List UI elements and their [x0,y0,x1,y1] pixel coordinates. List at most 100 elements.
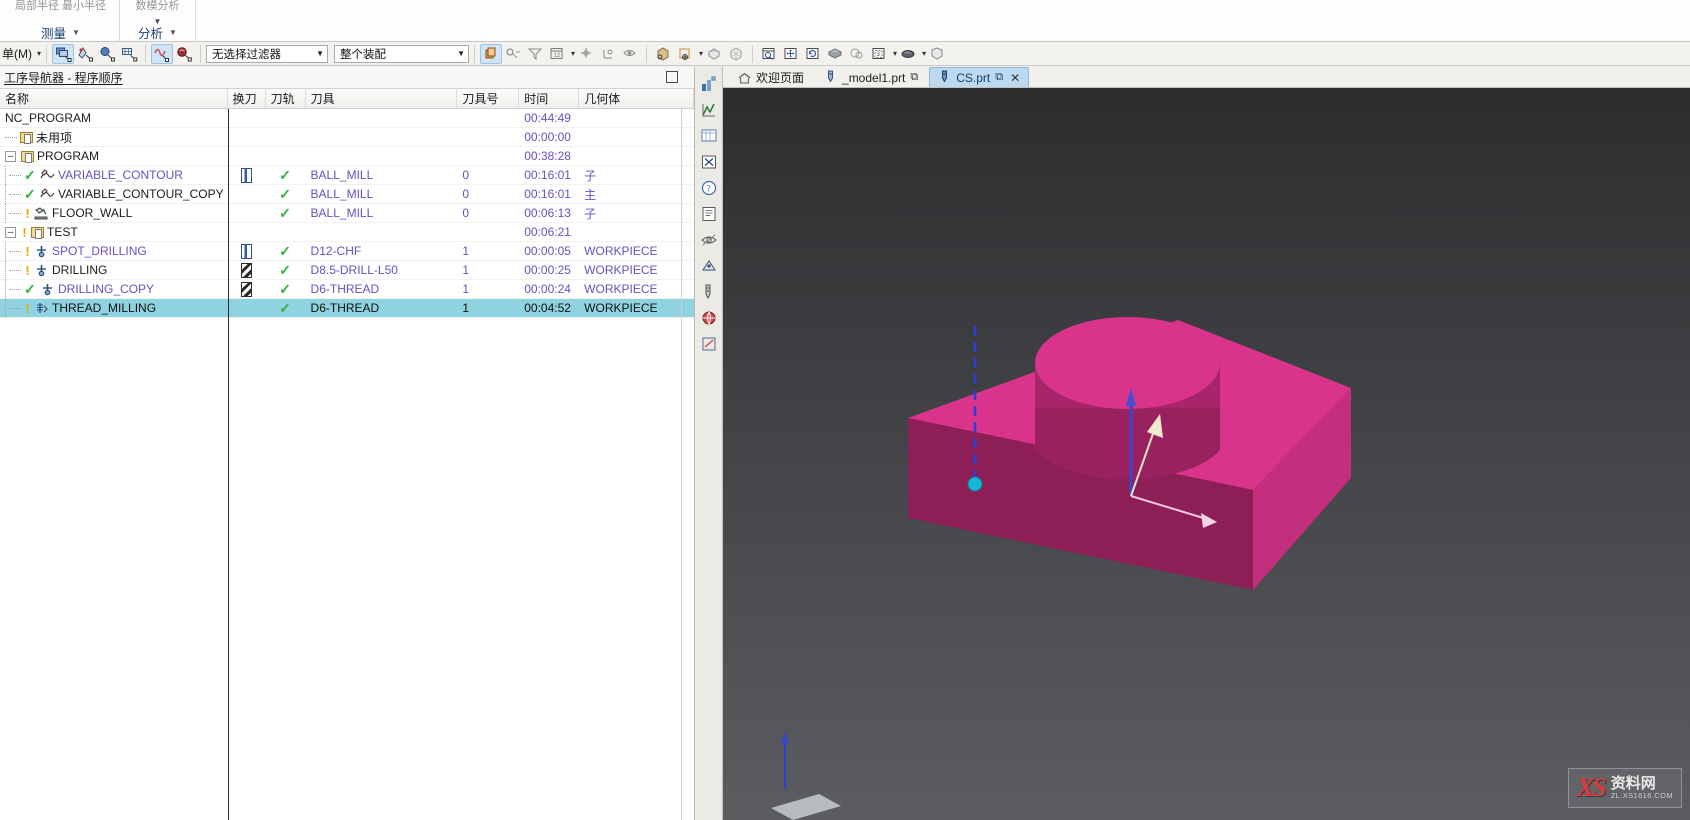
cell-name[interactable]: ✓ VARIABLE_CONTOUR_COPY [0,184,228,204]
operation-navigator-icon[interactable] [698,99,720,121]
operation-name: SPOT_DRILLING [52,244,147,258]
expander-collapse-icon[interactable]: – [5,226,16,238]
table-row[interactable]: ✓ DRILLING_COPY ✓ D6-THREAD 1 00:00:24 WORKPIE… [0,279,694,299]
cell-time: 00:44:49 [519,109,579,128]
tab-welcome-page[interactable]: 欢迎页面 [729,67,813,87]
part-navigator-icon[interactable] [698,125,720,147]
menu-button[interactable]: 单(M) [0,45,34,62]
background-icon[interactable] [926,44,948,64]
select-curve-icon[interactable] [151,43,174,64]
ribbon-group-measure[interactable]: 局部半径 最小半径 测量 ▼ [2,0,120,41]
cell-name[interactable]: ! DRILLING [0,260,228,280]
cell-name[interactable]: ✓ VARIABLE_CONTOUR [0,165,228,185]
select-feature-icon[interactable] [74,44,96,64]
table-row[interactable]: ! FLOOR_WALL ✓ BALL_MILL 0 00:06:13 子 [0,203,694,223]
filter-icon[interactable] [524,44,546,64]
wcs-icon[interactable] [597,44,619,64]
rotate-icon[interactable] [802,44,824,64]
fit-view-icon[interactable] [758,44,780,64]
hide-icon[interactable] [619,44,641,64]
toolpath-generated-icon: ✓ [279,261,291,278]
hidden-items-icon[interactable] [698,229,720,251]
tab-model1-prt[interactable]: _model1.prt ⧉ [815,67,927,87]
table-row[interactable]: ✓ VARIABLE_CONTOUR ✓ BALL_MILL 0 00:16:01 子 [0,165,694,185]
graphics-viewport[interactable]: XS 资料网 ZL.XS1616.COM [723,88,1690,820]
wireframe-icon[interactable] [846,44,868,64]
cell-name[interactable]: –! TEST [0,223,228,242]
assembly-navigator-icon[interactable] [698,73,720,95]
pin-panel-button[interactable] [666,71,678,83]
select-edge-icon[interactable] [173,44,195,64]
hidden-geometry-icon[interactable] [725,44,747,64]
select-general-icon[interactable] [52,43,75,64]
detach-tab-icon[interactable]: ⧉ [995,71,1003,84]
table-row[interactable]: ✓ VARIABLE_CONTOUR_COPY ✓ BALL_MILL 0 00:16:0… [0,184,694,204]
operation-tree[interactable]: NC_PROGRAM 00:44:49 未用项 00:00:00 – PROGRAM 00:… [0,109,694,820]
cell-tool-change [228,204,266,223]
column-header-tool-change: 换刀 [227,89,266,108]
cell-time: 00:04:52 [519,299,579,318]
menu-caret-icon[interactable]: ▾ [37,49,41,58]
selection-filter-combo[interactable]: 无选择过滤器 ▼ [206,44,329,63]
column-label: 时间 [524,92,549,106]
scope-filter-combo[interactable]: 整个装配 ▼ [334,44,470,63]
table-row[interactable]: ! SPOT_DRILLING ✓ D12-CHF 1 00:00:05 WORKPIECE [0,241,694,261]
select-face-icon[interactable] [96,44,118,64]
table-row[interactable]: NC_PROGRAM 00:44:49 [0,109,694,128]
column-divider[interactable] [228,109,229,820]
cell-name[interactable]: ! FLOOR_WALL [0,203,228,223]
cell-name[interactable]: ! SPOT_DRILLING [0,241,228,261]
help-icon[interactable]: ? [698,177,720,199]
render-style-icon[interactable] [897,44,919,64]
expander-collapse-icon[interactable]: – [5,150,16,162]
toolbar-separator [200,44,202,63]
close-panel-icon[interactable] [698,151,720,173]
table-row[interactable]: – PROGRAM 00:38:28 [0,147,694,166]
chevron-down-icon[interactable]: ▼ [72,28,80,37]
web-browser-icon[interactable] [698,307,720,329]
cell-tool-change [228,166,266,185]
pan-icon[interactable] [780,44,802,64]
table-row[interactable]: ! DRILLING ✓ D8.5-DRILL-L50 1 00:00:25 WORKPIE… [0,260,694,280]
ribbon-group-analysis[interactable]: 数模分析 ▼ 分析 ▼ [120,0,196,41]
cell-name[interactable]: – PROGRAM [0,147,228,166]
cell-tool: BALL_MILL [306,185,458,204]
chevron-down-icon[interactable]: ▼ [457,49,465,58]
cell-tool-change [228,280,266,299]
move-object-icon[interactable] [575,44,597,64]
cell-name[interactable]: ✓ DRILLING_COPY [0,279,228,299]
layer-settings-icon[interactable]: 12 [546,44,568,64]
operation-name: THREAD_MILLING [52,301,157,315]
cell-name[interactable]: 未用项 [0,128,228,147]
column-header-name: 名称 [0,89,228,108]
thread-milling-icon [34,302,49,315]
cell-name[interactable]: NC_PROGRAM [0,109,228,128]
reverse-shading-icon[interactable] [703,44,725,64]
operation-name: VARIABLE_CONTOUR [58,168,183,182]
close-icon[interactable]: ✕ [1010,71,1020,85]
column-divider[interactable] [681,109,682,820]
show-solid-icon[interactable] [652,44,674,64]
snap-point-icon[interactable] [480,43,503,64]
chevron-down-icon[interactable]: ▼ [169,28,177,37]
cell-geometry [579,128,694,147]
snap-midpoint-icon[interactable] [502,44,524,64]
machining-feature-icon[interactable] [698,255,720,277]
cad-model-render[interactable] [723,88,1690,820]
table-row-selected[interactable]: ! THREAD_MILLING ✓ D6-THREAD 1 00:04:52 WORKPI… [0,298,694,318]
tab-cs-prt[interactable]: CS.prt ⧉ ✕ [929,67,1030,87]
view-section-icon[interactable]: 3 [868,44,890,64]
shaded-icon[interactable] [824,44,846,64]
cell-tool-number: 1 [457,261,519,280]
table-row[interactable]: 未用项 00:00:00 [0,128,694,147]
cell-name[interactable]: ! THREAD_MILLING [0,298,228,318]
tool-library-icon[interactable] [698,281,720,303]
select-body-icon[interactable] [118,44,140,64]
cell-tool-change [228,261,266,280]
show-wireframe-icon[interactable] [674,44,696,64]
history-icon[interactable] [698,203,720,225]
role-icon[interactable] [698,333,720,355]
detach-tab-icon[interactable]: ⧉ [910,71,918,84]
table-row[interactable]: –! TEST 00:06:21 [0,223,694,242]
chevron-down-icon[interactable]: ▼ [316,49,324,58]
